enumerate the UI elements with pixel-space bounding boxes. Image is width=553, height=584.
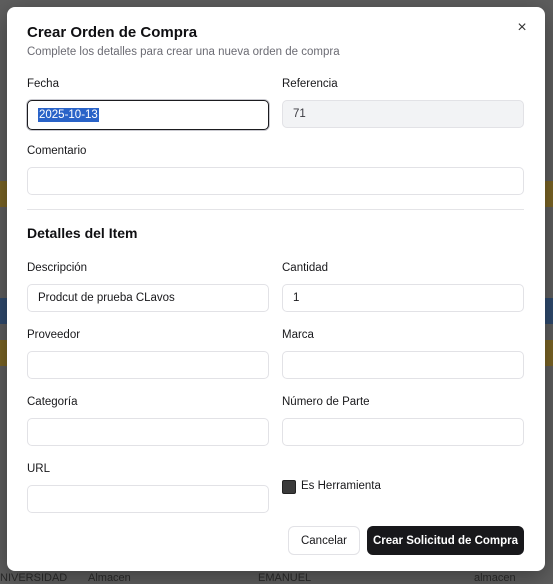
descripcion-label: Descripción	[27, 262, 88, 274]
url-label: URL	[27, 463, 51, 475]
close-icon[interactable]: ×	[513, 19, 531, 37]
fecha-input[interactable]: 2025-10-13	[27, 100, 269, 130]
categoria-input[interactable]	[27, 418, 269, 446]
marca-label: Marca	[282, 329, 314, 341]
submit-button[interactable]: Crear Solicitud de Compra	[367, 526, 524, 555]
referencia-label: Referencia	[282, 78, 338, 90]
dialog-subtitle: Complete los detalles para crear una nue…	[27, 46, 340, 58]
comentario-label: Comentario	[27, 145, 87, 157]
referencia-input[interactable]: 71	[282, 100, 524, 128]
fecha-value: 2025-10-13	[38, 108, 99, 122]
marca-input[interactable]	[282, 351, 524, 379]
descripcion-input[interactable]: Prodcut de prueba CLavos	[27, 284, 269, 312]
cancel-button[interactable]: Cancelar	[288, 526, 360, 555]
fecha-label: Fecha	[27, 78, 59, 90]
item-section-title: Detalles del Item	[27, 225, 138, 241]
background-cell: Almacen	[88, 572, 131, 584]
proveedor-label: Proveedor	[27, 329, 81, 341]
dialog-title: Crear Orden de Compra	[27, 24, 198, 41]
es-herramienta-checkbox[interactable]	[282, 480, 296, 494]
es-herramienta-label[interactable]: Es Herramienta	[301, 480, 381, 492]
background-cell: NIVERSIDAD	[0, 572, 68, 584]
proveedor-input[interactable]	[27, 351, 269, 379]
url-input[interactable]	[27, 485, 269, 513]
comentario-input[interactable]	[27, 167, 524, 195]
numero-parte-input[interactable]	[282, 418, 524, 446]
section-divider	[27, 209, 524, 210]
cantidad-label: Cantidad	[282, 262, 329, 274]
cantidad-input[interactable]: 1	[282, 284, 524, 312]
background-cell: almacen	[474, 572, 516, 584]
background-cell: EMANUEL	[258, 572, 312, 584]
categoria-label: Categoría	[27, 396, 78, 408]
numero-parte-label: Número de Parte	[282, 396, 370, 408]
purchase-order-dialog: × Crear Orden de Compra Complete los det…	[7, 7, 545, 571]
